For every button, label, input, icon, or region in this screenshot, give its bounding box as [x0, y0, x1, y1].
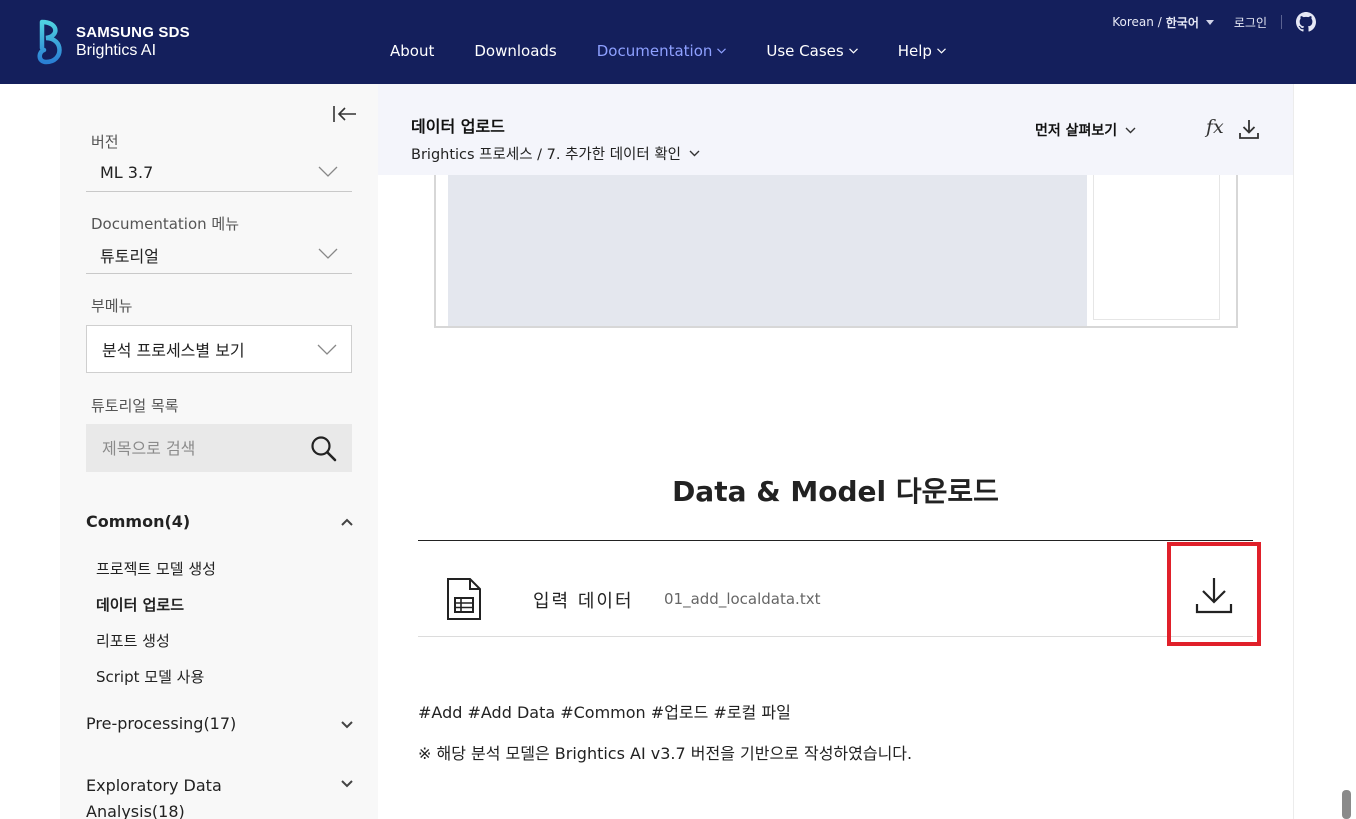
preview-dropdown[interactable]: 먼저 살펴보기	[1035, 120, 1136, 140]
caret-down-icon	[1205, 19, 1214, 25]
nav-about[interactable]: About	[390, 42, 434, 60]
collapse-sidebar-icon[interactable]	[332, 104, 358, 124]
version-label: 버전	[91, 133, 119, 151]
download-filename: 01_add_localdata.txt	[664, 590, 821, 608]
chevron-down-icon	[341, 780, 353, 788]
nav-use-cases[interactable]: Use Cases	[766, 42, 858, 60]
tutorial-item[interactable]: Script 모델 사용	[96, 666, 204, 687]
screenshot-canvas	[448, 175, 1087, 326]
content-header: 데이터 업로드 Brightics 프로세스 / 7. 추가한 데이터 확인 먼…	[378, 84, 1293, 175]
chevron-down-icon	[936, 48, 946, 54]
search-input[interactable]	[102, 438, 302, 458]
chevron-down-icon	[341, 721, 353, 729]
tag-list: #Add #Add Data #Common #업로드 #로컬 파일	[418, 703, 791, 722]
docmenu-select[interactable]: 튜토리얼	[86, 236, 352, 274]
brightics-logo-icon	[37, 19, 62, 65]
brand-name: SAMSUNG SDS	[76, 24, 190, 41]
scrollbar-thumb[interactable]	[1342, 790, 1351, 819]
chevron-down-icon	[318, 248, 338, 259]
search-icon[interactable]	[310, 435, 338, 463]
utility-menu: Korean / 한국어 로그인	[1112, 12, 1316, 32]
download-table: 입력 데이터 01_add_localdata.txt	[418, 540, 1261, 646]
download-icon	[1195, 578, 1233, 614]
screenshot-panel	[1093, 175, 1220, 320]
login-link[interactable]: 로그인	[1234, 14, 1267, 31]
version-note: ※ 해당 분석 모델은 Brightics AI v3.7 버전을 기반으로 작…	[418, 744, 913, 763]
chevron-down-icon	[717, 48, 727, 54]
page-title: 데이터 업로드	[411, 117, 505, 136]
tutorial-item-current[interactable]: 데이터 업로드	[96, 594, 184, 615]
brand-product: Brightics AI	[76, 42, 157, 59]
download-label: 입력 데이터	[533, 591, 634, 612]
right-gutter	[1293, 84, 1356, 819]
breadcrumb[interactable]: Brightics 프로세스 / 7. 추가한 데이터 확인	[411, 143, 700, 164]
chevron-down-icon	[848, 48, 858, 54]
nav-documentation[interactable]: Documentation	[597, 42, 727, 60]
tutorial-item[interactable]: 리포트 생성	[96, 630, 170, 651]
category-preprocessing[interactable]: Pre-processing(17)	[86, 714, 354, 733]
tutorial-item[interactable]: 프로젝트 모델 생성	[96, 558, 216, 579]
submenu-label: 부메뉴	[91, 297, 133, 315]
sidebar: 버전 ML 3.7 Documentation 메뉴 튜토리얼 부메뉴 분석 프…	[60, 84, 378, 819]
tutorial-search	[86, 424, 352, 472]
chevron-up-icon	[341, 518, 353, 526]
main-menu: About Downloads Documentation Use Cases …	[390, 42, 986, 60]
docmenu-label: Documentation 메뉴	[91, 215, 240, 233]
brand-logo[interactable]: SAMSUNG SDS Brightics AI	[36, 18, 190, 66]
language-selector[interactable]: Korean / 한국어	[1112, 14, 1214, 31]
download-button[interactable]	[1167, 542, 1261, 646]
tutorial-list-label: 튜토리얼 목록	[91, 397, 179, 415]
download-icon[interactable]	[1238, 118, 1260, 140]
tutorial-screenshot	[434, 175, 1238, 328]
function-icon[interactable]: fx	[1206, 116, 1224, 138]
top-navbar: SAMSUNG SDS Brightics AI About Downloads…	[0, 0, 1356, 84]
nav-downloads[interactable]: Downloads	[474, 42, 556, 60]
nav-help[interactable]: Help	[898, 42, 946, 60]
version-select[interactable]: ML 3.7	[86, 154, 352, 192]
chevron-down-icon	[689, 150, 700, 157]
download-section-title: Data & Model 다운로드	[672, 475, 999, 508]
category-common[interactable]: Common(4)	[86, 512, 354, 531]
divider	[1281, 15, 1282, 29]
chevron-down-icon	[318, 166, 338, 177]
category-eda[interactable]: Exploratory Data Analysis(18)	[86, 773, 354, 819]
spreadsheet-file-icon	[447, 578, 481, 620]
github-icon[interactable]	[1296, 12, 1316, 32]
chevron-down-icon	[1125, 127, 1136, 133]
chevron-down-icon	[317, 344, 337, 355]
submenu-select[interactable]: 분석 프로세스별 보기	[86, 325, 352, 373]
